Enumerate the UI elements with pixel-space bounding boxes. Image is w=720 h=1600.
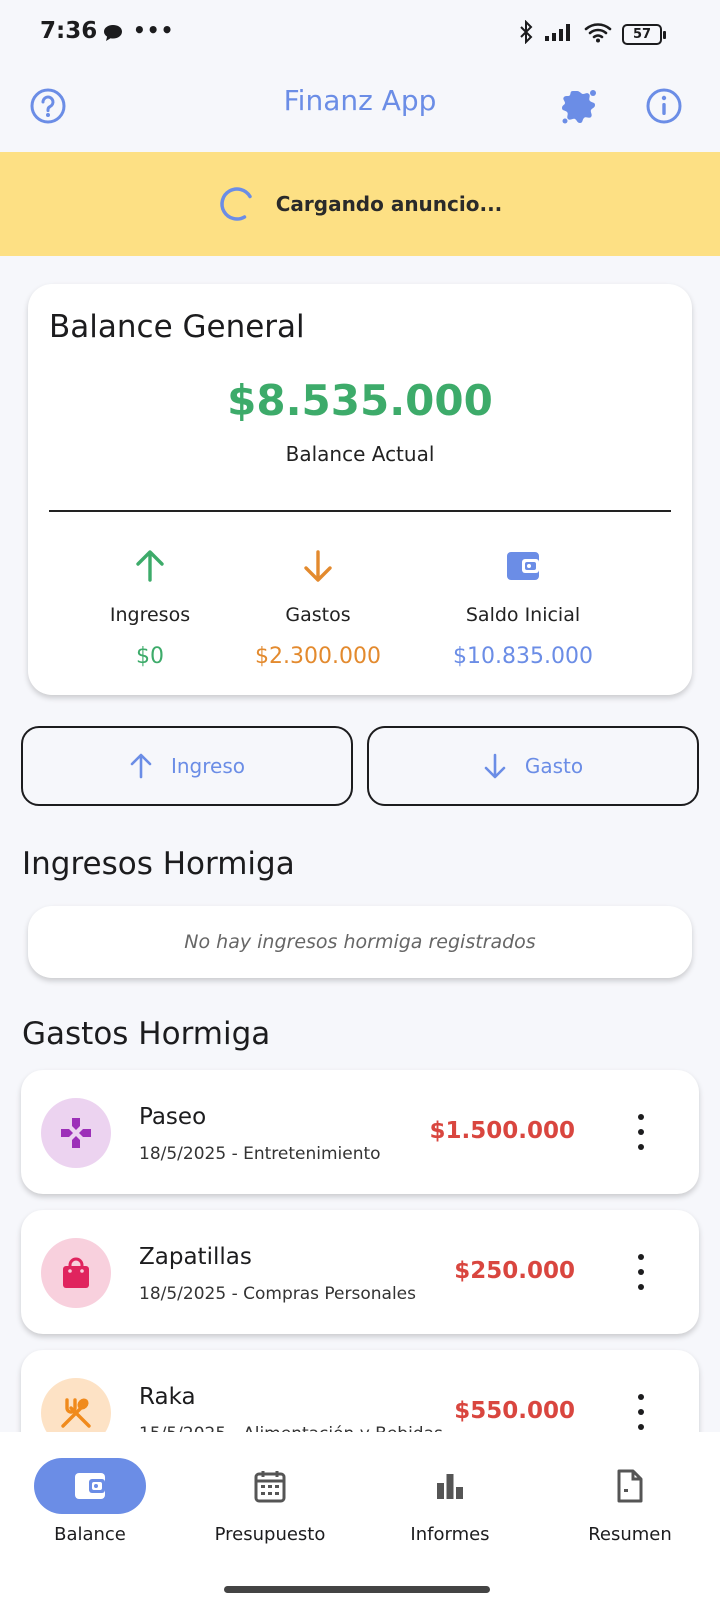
- chat-notification-icon: [103, 24, 123, 46]
- add-income-label: Ingreso: [170, 754, 245, 778]
- expense-amount: $1.500.000: [429, 1118, 575, 1144]
- wallet-icon: [428, 546, 618, 586]
- nav-item-presupuesto[interactable]: Presupuesto: [180, 1458, 360, 1545]
- add-income-button[interactable]: Ingreso: [21, 726, 353, 806]
- nav-icon-container: [214, 1458, 326, 1514]
- loading-spinner-icon: [219, 187, 252, 221]
- battery-icon: 57: [622, 23, 666, 45]
- expense-section-title: Gastos Hormiga: [22, 1016, 271, 1052]
- nav-label: Balance: [54, 1524, 126, 1545]
- nav-label: Presupuesto: [214, 1524, 326, 1545]
- bar-chart-icon: [437, 1474, 463, 1499]
- add-expense-label: Gasto: [524, 754, 584, 778]
- arrow-up-icon: [130, 753, 152, 779]
- expense-amount: $250.000: [454, 1258, 575, 1284]
- category-avatar: [41, 1238, 111, 1308]
- shopping-bag-icon: [63, 1257, 89, 1288]
- initial-balance-stat: Saldo Inicial $10.835.000: [428, 546, 618, 669]
- document-icon: [617, 1469, 643, 1503]
- expense-name: Zapatillas: [139, 1244, 252, 1270]
- more-notifications-icon: •••: [133, 18, 175, 42]
- nav-icon-container: [574, 1458, 686, 1514]
- income-section-title: Ingresos Hormiga: [22, 846, 295, 882]
- divider: [49, 510, 671, 512]
- income-label: Ingresos: [109, 604, 191, 626]
- status-bar: 7:36 ••• 57: [0, 0, 720, 66]
- expense-subtitle: 18/5/2025 - Entretenimiento: [139, 1144, 381, 1164]
- expense-subtitle: 18/5/2025 - Compras Personales: [139, 1284, 416, 1304]
- battery-level: 57: [632, 26, 652, 42]
- nav-item-informes[interactable]: Informes: [360, 1458, 540, 1545]
- info-button[interactable]: [640, 82, 688, 130]
- nav-icon-container: [394, 1458, 506, 1514]
- bluetooth-icon: [518, 19, 534, 48]
- nav-item-balance[interactable]: Balance: [0, 1458, 180, 1545]
- wifi-icon: [584, 21, 612, 47]
- more-options-icon[interactable]: [629, 1254, 653, 1290]
- app-bar: Finanz App: [0, 66, 720, 152]
- balance-amount: $8.535.000: [227, 376, 493, 425]
- category-avatar: [41, 1098, 111, 1168]
- nav-label: Resumen: [588, 1524, 672, 1545]
- income-stat: Ingresos $0: [90, 546, 210, 669]
- expenses-value: $2.300.000: [255, 644, 381, 669]
- paint-splash-icon: [562, 90, 596, 124]
- expense-name: Paseo: [139, 1104, 207, 1130]
- initial-balance-label: Saldo Inicial: [465, 604, 581, 626]
- nav-active-indicator: [34, 1458, 146, 1514]
- expenses-label: Gastos: [285, 604, 351, 626]
- expense-item[interactable]: Zapatillas 18/5/2025 - Compras Personale…: [21, 1210, 699, 1334]
- calendar-icon: [254, 1471, 286, 1503]
- nav-item-resumen[interactable]: Resumen: [540, 1458, 720, 1545]
- balance-title: Balance General: [49, 309, 305, 345]
- more-options-icon[interactable]: [629, 1394, 653, 1430]
- balance-subtitle: Balance Actual: [285, 442, 435, 466]
- home-indicator[interactable]: [224, 1586, 490, 1593]
- expenses-stat: Gastos $2.300.000: [238, 546, 398, 669]
- arrow-up-icon: [90, 546, 210, 586]
- add-expense-button[interactable]: Gasto: [367, 726, 699, 806]
- status-time: 7:36: [40, 18, 98, 44]
- signal-icon: [544, 22, 574, 46]
- bottom-navigation: Balance Presupuesto Informes Resumen: [0, 1432, 720, 1600]
- ad-loading-text: Cargando anuncio...: [275, 192, 503, 216]
- income-empty-state: No hay ingresos hormiga registrados: [28, 906, 692, 978]
- info-icon: [646, 88, 682, 124]
- arrow-down-icon: [238, 546, 398, 586]
- ad-banner: Cargando anuncio...: [0, 152, 720, 256]
- utensils-icon: [61, 1398, 91, 1428]
- more-options-icon[interactable]: [629, 1114, 653, 1150]
- balance-card: Balance General $8.535.000 Balance Actua…: [28, 284, 692, 695]
- wallet-icon: [75, 1473, 105, 1499]
- expense-item[interactable]: Paseo 18/5/2025 - Entretenimiento $1.500…: [21, 1070, 699, 1194]
- expense-amount: $550.000: [454, 1398, 575, 1424]
- expense-name: Raka: [139, 1384, 196, 1410]
- theme-button[interactable]: [554, 82, 602, 130]
- initial-balance-value: $10.835.000: [453, 644, 593, 669]
- app-title: Finanz App: [283, 84, 437, 117]
- income-value: $0: [136, 644, 164, 669]
- arrow-down-icon: [484, 753, 506, 779]
- nav-label: Informes: [410, 1524, 490, 1545]
- gamepad-icon: [61, 1118, 91, 1148]
